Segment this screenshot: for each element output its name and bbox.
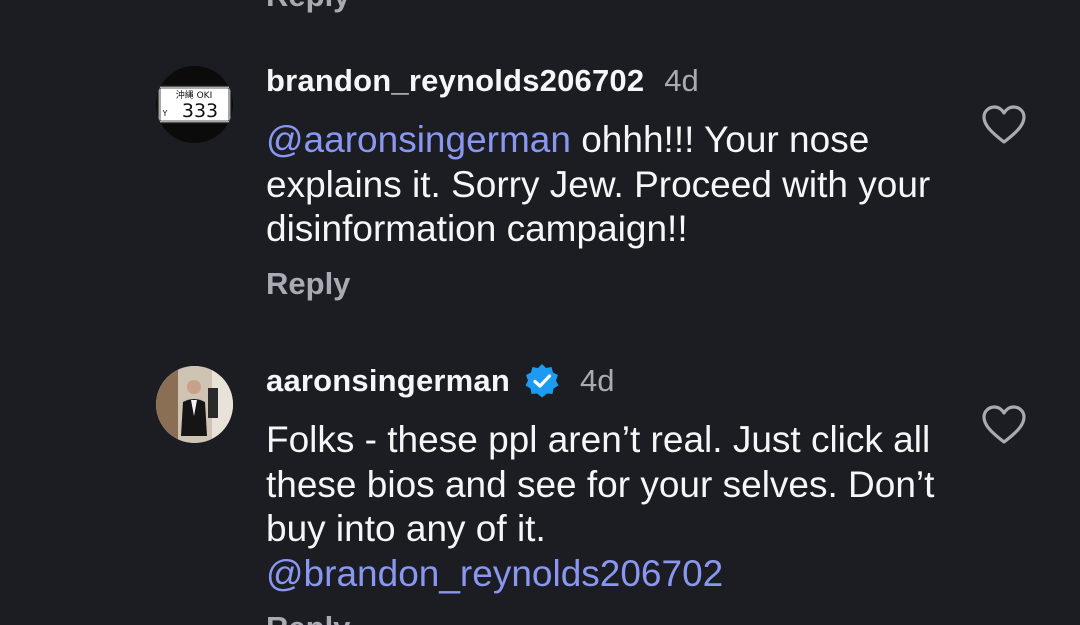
timestamp: 4d bbox=[664, 63, 699, 98]
avatar[interactable]: 沖縄 OKI Y 333 bbox=[156, 66, 233, 143]
timestamp: 4d bbox=[580, 363, 615, 398]
reply-button[interactable]: Reply bbox=[266, 266, 350, 302]
reply-button[interactable]: Reply bbox=[266, 610, 350, 625]
heart-icon[interactable] bbox=[981, 404, 1027, 446]
avatar[interactable] bbox=[156, 366, 233, 443]
mention-link[interactable]: @brandon_reynolds206702 bbox=[266, 553, 723, 594]
verified-badge-icon bbox=[525, 364, 559, 398]
comment-text: Folks - these ppl aren’t real. Just clic… bbox=[266, 418, 966, 596]
profile-photo bbox=[156, 366, 233, 443]
username[interactable]: aaronsingerman bbox=[266, 363, 510, 399]
username[interactable]: brandon_reynolds206702 bbox=[266, 63, 644, 99]
mention-link[interactable]: @aaronsingerman bbox=[266, 119, 571, 160]
comments-panel: Reply 沖縄 OKI Y 333 brandon_reynolds20670… bbox=[0, 0, 1080, 625]
comment-header: aaronsingerman 4d bbox=[266, 363, 614, 399]
comment-header: brandon_reynolds206702 4d bbox=[266, 63, 699, 99]
plate-number: 333 bbox=[182, 100, 218, 122]
reply-button[interactable]: Reply bbox=[266, 0, 350, 14]
plate-letter: Y bbox=[162, 109, 168, 118]
comment-text: @aaronsingerman ohhh!!! Your nose explai… bbox=[266, 118, 966, 252]
heart-icon[interactable] bbox=[981, 104, 1027, 146]
license-plate-avatar: 沖縄 OKI Y 333 bbox=[156, 66, 233, 143]
comment-body-text: Folks - these ppl aren’t real. Just clic… bbox=[266, 419, 935, 549]
